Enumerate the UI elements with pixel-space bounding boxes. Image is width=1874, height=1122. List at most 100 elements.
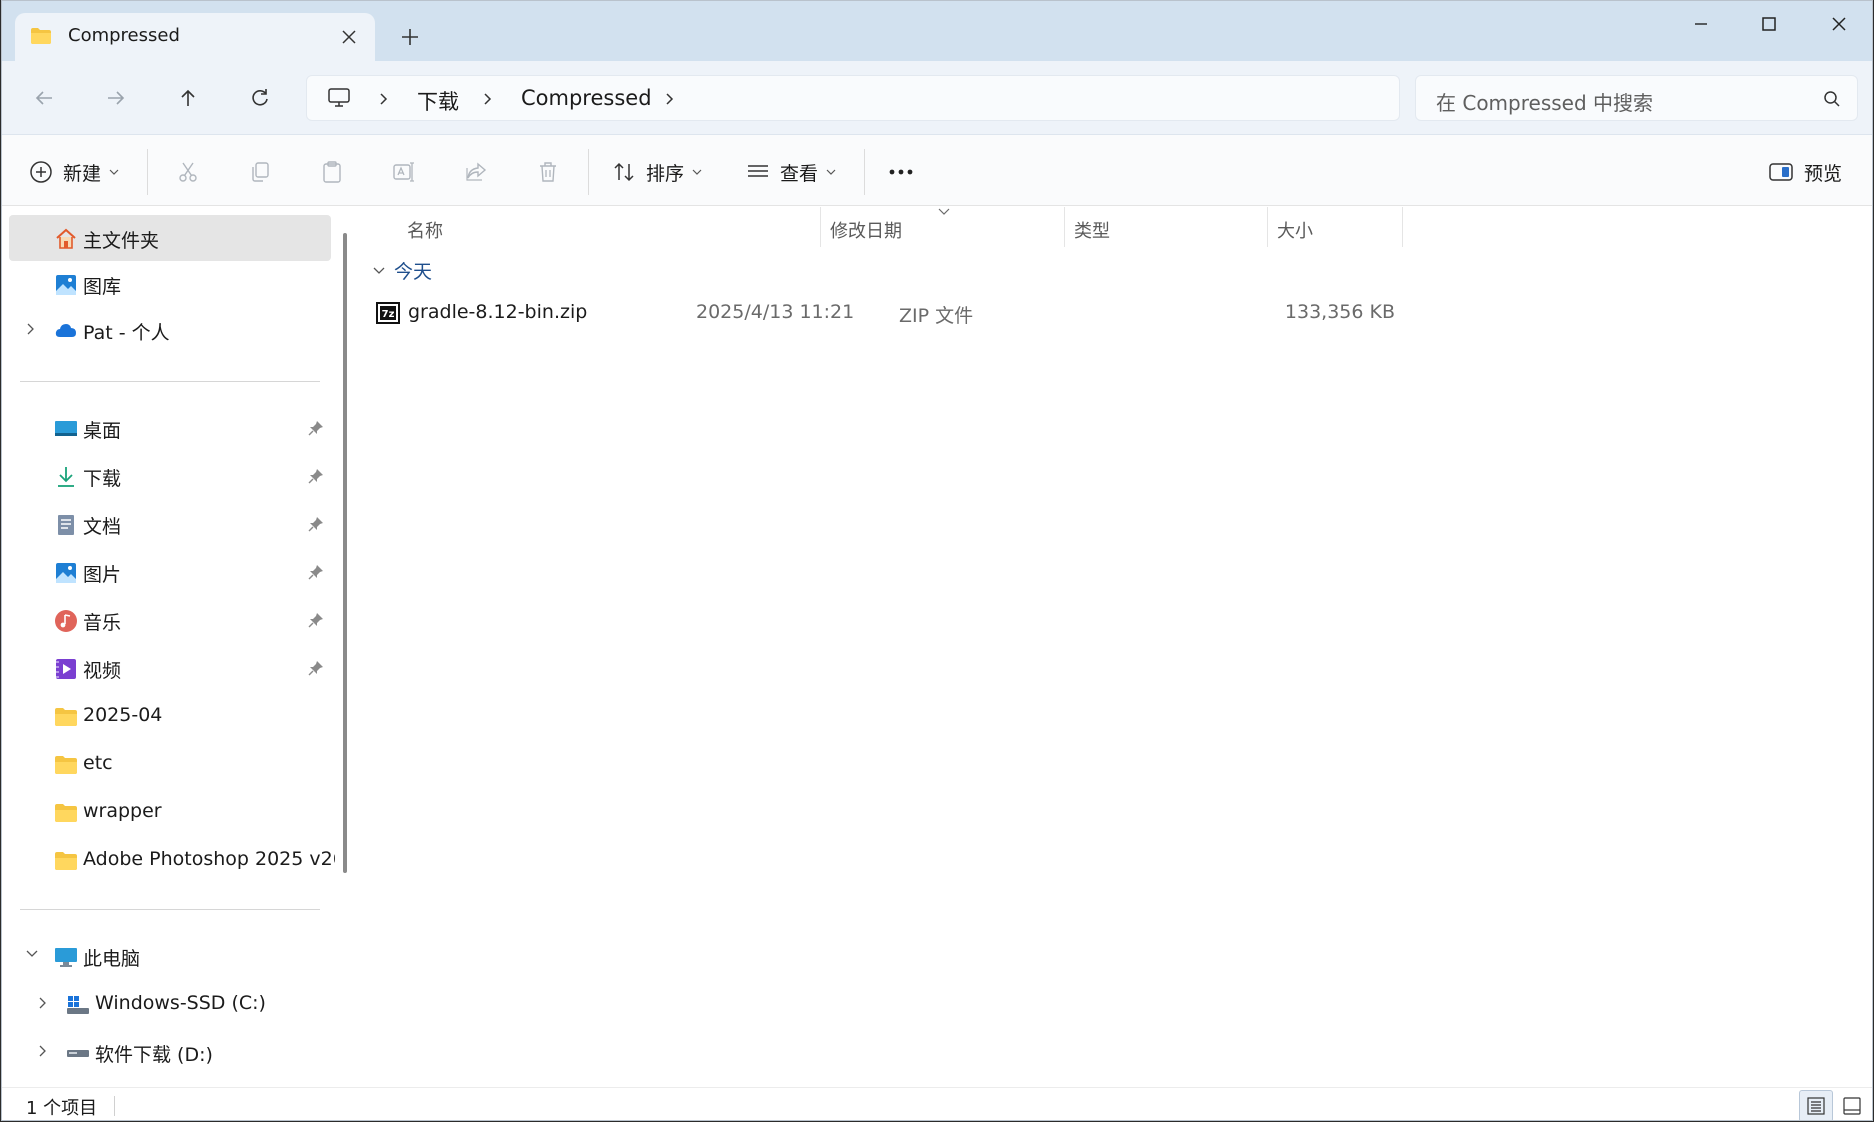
this-pc-icon[interactable] bbox=[327, 87, 351, 109]
maximize-icon[interactable] bbox=[1746, 11, 1792, 37]
pin-icon[interactable] bbox=[308, 516, 324, 532]
close-icon[interactable] bbox=[339, 27, 359, 47]
details-view-icon[interactable] bbox=[1799, 1090, 1833, 1120]
chevron-right-icon[interactable] bbox=[37, 1044, 47, 1058]
sidebar-item-this-pc[interactable]: 此电脑 bbox=[9, 933, 331, 979]
preview-button[interactable]: 预览 bbox=[1768, 157, 1842, 187]
pin-icon[interactable] bbox=[308, 564, 324, 580]
new-label: 新建 bbox=[63, 162, 102, 185]
sort-label: 排序 bbox=[646, 162, 685, 185]
sidebar-item-home[interactable]: 主文件夹 bbox=[9, 215, 331, 261]
sort-descending-icon bbox=[937, 207, 951, 217]
view-button[interactable]: 查看 bbox=[746, 157, 836, 187]
close-icon[interactable] bbox=[1816, 11, 1862, 37]
group-header-today[interactable]: 今天 bbox=[372, 257, 432, 284]
column-header-type[interactable]: 类型 bbox=[1074, 217, 1110, 243]
chevron-right-icon[interactable] bbox=[481, 92, 493, 106]
file-date: 2025/4/13 11:21 bbox=[696, 301, 855, 323]
sidebar-item-drive-c[interactable]: Windows-SSD (C:) bbox=[9, 981, 331, 1027]
sidebar-item-downloads[interactable]: 下载 bbox=[9, 453, 331, 499]
chevron-right-icon[interactable] bbox=[377, 92, 389, 106]
file-name: gradle-8.12-bin.zip bbox=[408, 301, 588, 323]
sidebar-item-label: Adobe Photoshop 2025 v26. bbox=[83, 848, 335, 870]
sidebar-item-onedrive[interactable]: Pat - 个人 bbox=[9, 307, 331, 353]
sidebar-scrollbar[interactable] bbox=[343, 233, 347, 873]
chevron-right-icon[interactable] bbox=[25, 322, 35, 336]
cut-icon[interactable] bbox=[173, 157, 203, 187]
more-icon[interactable] bbox=[886, 157, 916, 187]
title-bar: Compressed bbox=[2, 1, 1872, 61]
sidebar-item-label: 音乐 bbox=[83, 612, 122, 634]
column-header-name[interactable]: 名称 bbox=[407, 217, 443, 243]
sidebar-item-label: 图片 bbox=[83, 564, 122, 586]
column-divider[interactable] bbox=[1267, 207, 1268, 247]
sidebar-item-label: 文档 bbox=[83, 516, 122, 538]
chevron-down-icon[interactable] bbox=[25, 948, 39, 958]
column-divider[interactable] bbox=[820, 207, 821, 247]
search-icon[interactable] bbox=[1823, 90, 1841, 108]
sidebar-item-label: 此电脑 bbox=[83, 948, 141, 970]
sidebar-item-folder-etc[interactable]: etc bbox=[9, 741, 331, 787]
file-list: 名称 修改日期 类型 大小 今天 7z gradle-8.12-bin.zip … bbox=[358, 207, 1872, 1087]
folder-icon bbox=[54, 849, 78, 873]
tab-compressed[interactable]: Compressed bbox=[15, 13, 375, 61]
chevron-down-icon bbox=[109, 168, 119, 176]
minimize-icon[interactable] bbox=[1678, 11, 1724, 37]
divider bbox=[114, 1096, 115, 1116]
new-button[interactable]: 新建 bbox=[29, 157, 119, 187]
chevron-down-icon bbox=[692, 168, 702, 176]
paste-icon[interactable] bbox=[317, 157, 347, 187]
sidebar-item-label: 视频 bbox=[83, 660, 122, 682]
sidebar-item-pictures[interactable]: 图片 bbox=[9, 549, 331, 595]
table-row[interactable]: 7z gradle-8.12-bin.zip 2025/4/13 11:21 Z… bbox=[372, 293, 1412, 331]
chevron-right-icon[interactable] bbox=[663, 92, 675, 106]
sidebar-item-label: 2025-04 bbox=[83, 704, 163, 726]
group-label: 今天 bbox=[394, 261, 433, 283]
breadcrumb-downloads[interactable]: 下载 bbox=[417, 86, 459, 116]
large-icons-view-icon[interactable] bbox=[1835, 1090, 1869, 1120]
sidebar-item-label: wrapper bbox=[83, 800, 162, 822]
search-placeholder: 在 Compressed 中搜索 bbox=[1436, 91, 1654, 115]
plus-icon[interactable] bbox=[398, 25, 422, 49]
pin-icon[interactable] bbox=[308, 468, 324, 484]
pin-icon[interactable] bbox=[308, 612, 324, 628]
column-header-date[interactable]: 修改日期 bbox=[830, 217, 902, 243]
share-icon[interactable] bbox=[461, 157, 491, 187]
sidebar-item-drive-d[interactable]: 软件下载 (D:) bbox=[9, 1029, 331, 1075]
rename-icon[interactable] bbox=[389, 157, 419, 187]
pin-icon[interactable] bbox=[308, 660, 324, 676]
sidebar-item-documents[interactable]: 文档 bbox=[9, 501, 331, 547]
refresh-icon[interactable] bbox=[245, 83, 275, 113]
up-arrow-icon[interactable] bbox=[173, 83, 203, 113]
column-header-size[interactable]: 大小 bbox=[1277, 217, 1313, 243]
sidebar-item-label: Pat - 个人 bbox=[83, 322, 170, 344]
home-icon bbox=[54, 227, 78, 251]
column-divider[interactable] bbox=[1402, 207, 1403, 247]
divider bbox=[588, 149, 589, 195]
back-arrow-icon[interactable] bbox=[29, 83, 59, 113]
sidebar-item-gallery[interactable]: 图库 bbox=[9, 261, 331, 307]
search-input[interactable]: 在 Compressed 中搜索 bbox=[1415, 75, 1858, 121]
sort-button[interactable]: 排序 bbox=[612, 157, 702, 187]
windows-drive-icon bbox=[66, 993, 90, 1017]
sidebar-item-label: 下载 bbox=[83, 468, 122, 490]
breadcrumb-compressed[interactable]: Compressed bbox=[521, 86, 652, 110]
delete-icon[interactable] bbox=[533, 157, 563, 187]
sidebar-item-folder-2025-04[interactable]: 2025-04 bbox=[9, 693, 331, 739]
video-icon bbox=[54, 657, 78, 681]
explorer-window: Compressed 下载 Compressed 在 Compressed 中搜… bbox=[1, 0, 1873, 1121]
divider bbox=[20, 909, 320, 910]
address-bar[interactable]: 下载 Compressed bbox=[306, 75, 1400, 121]
sidebar-item-videos[interactable]: 视频 bbox=[9, 645, 331, 691]
copy-icon[interactable] bbox=[245, 157, 275, 187]
sidebar-item-folder-wrapper[interactable]: wrapper bbox=[9, 789, 331, 835]
sidebar-item-music[interactable]: 音乐 bbox=[9, 597, 331, 643]
divider bbox=[147, 149, 148, 195]
folder-icon bbox=[54, 705, 78, 729]
column-divider[interactable] bbox=[1064, 207, 1065, 247]
sidebar-item-folder-photoshop[interactable]: Adobe Photoshop 2025 v26. bbox=[9, 837, 335, 883]
chevron-right-icon[interactable] bbox=[37, 996, 47, 1010]
sidebar-item-desktop[interactable]: 桌面 bbox=[9, 405, 331, 451]
pin-icon[interactable] bbox=[308, 420, 324, 436]
forward-arrow-icon[interactable] bbox=[101, 83, 131, 113]
